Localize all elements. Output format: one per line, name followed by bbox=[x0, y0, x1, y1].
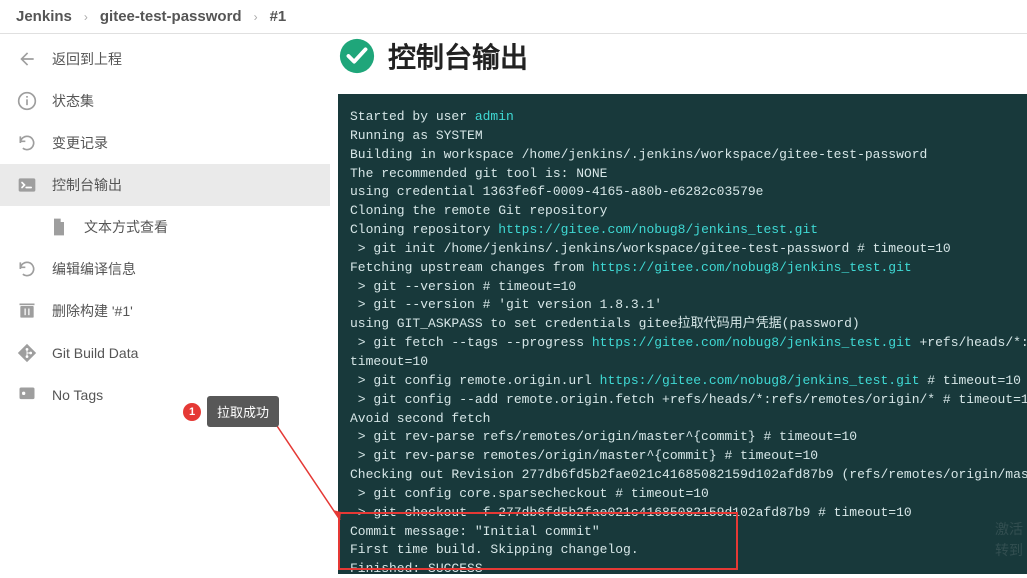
sidebar-item-4[interactable]: 文本方式查看 bbox=[0, 206, 330, 248]
sidebar-item-0[interactable]: 返回到上程 bbox=[0, 38, 330, 80]
sidebar-item-label: 返回到上程 bbox=[52, 49, 122, 69]
delete-icon bbox=[16, 300, 38, 322]
breadcrumb: Jenkins › gitee-test-password › #1 bbox=[0, 0, 1027, 34]
breadcrumb-build[interactable]: #1 bbox=[270, 8, 287, 25]
highlight-box bbox=[338, 512, 738, 570]
sidebar-item-label: 文本方式查看 bbox=[84, 217, 168, 237]
sidebar-item-label: 变更记录 bbox=[52, 133, 108, 153]
sidebar-item-2[interactable]: 变更记录 bbox=[0, 122, 330, 164]
watermark: 激活 转到 bbox=[995, 521, 1023, 562]
breadcrumb-project[interactable]: gitee-test-password bbox=[100, 8, 242, 25]
page-title-row: 控制台输出 bbox=[338, 36, 1027, 76]
tag-icon bbox=[16, 384, 38, 406]
sidebar-item-label: 删除构建 '#1' bbox=[52, 301, 133, 321]
page-title: 控制台输出 bbox=[388, 36, 528, 76]
console-user-link[interactable]: admin bbox=[475, 109, 514, 124]
refresh-edit-icon bbox=[16, 258, 38, 280]
sidebar-item-3[interactable]: 控制台输出 bbox=[0, 164, 330, 206]
sidebar-item-7[interactable]: Git Build Data bbox=[0, 332, 330, 374]
sidebar: 返回到上程状态集变更记录控制台输出文本方式查看编辑编译信息删除构建 '#1' Gi… bbox=[0, 34, 330, 574]
console-output: Started by user admin Running as SYSTEM … bbox=[338, 94, 1027, 574]
git-icon bbox=[16, 342, 38, 364]
sidebar-item-label: 状态集 bbox=[52, 91, 94, 111]
info-icon bbox=[16, 90, 38, 112]
refresh-icon bbox=[16, 132, 38, 154]
annotation-badge: 1 bbox=[183, 403, 201, 421]
annotation-text: 拉取成功 bbox=[207, 396, 279, 427]
sidebar-item-5[interactable]: 编辑编译信息 bbox=[0, 248, 330, 290]
sidebar-item-label: 编辑编译信息 bbox=[52, 259, 136, 279]
success-check-icon bbox=[338, 37, 376, 75]
terminal-icon bbox=[16, 174, 38, 196]
file-icon bbox=[48, 216, 70, 238]
sidebar-item-label: 控制台输出 bbox=[52, 175, 122, 195]
annotation-callout: 1 拉取成功 bbox=[183, 396, 279, 427]
sidebar-item-6[interactable]: 删除构建 '#1' bbox=[0, 290, 330, 332]
sidebar-item-8[interactable]: No Tags bbox=[0, 374, 330, 416]
sidebar-item-label: Git Build Data bbox=[52, 345, 138, 361]
sidebar-item-1[interactable]: 状态集 bbox=[0, 80, 330, 122]
breadcrumb-root[interactable]: Jenkins bbox=[16, 8, 72, 25]
chevron-right-icon: › bbox=[84, 10, 88, 24]
sidebar-item-label: No Tags bbox=[52, 387, 103, 403]
arrow-left-icon bbox=[16, 48, 38, 70]
chevron-right-icon: › bbox=[254, 10, 258, 24]
content-area: 控制台输出 Started by user admin Running as S… bbox=[330, 34, 1027, 574]
